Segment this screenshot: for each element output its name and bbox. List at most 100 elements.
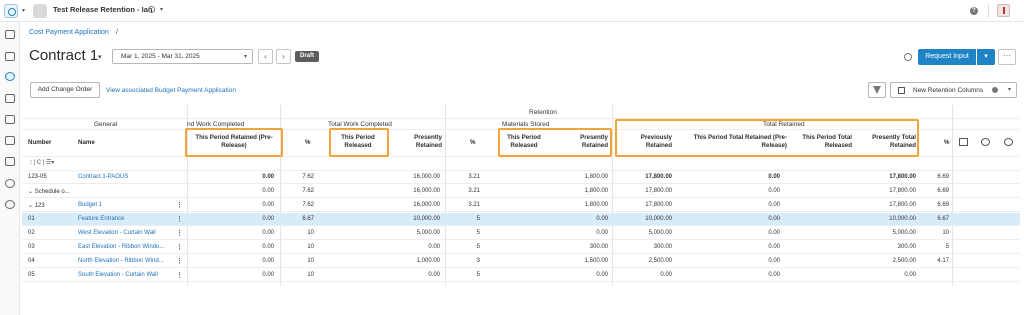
budget-icon[interactable] (5, 94, 15, 103)
cell-percent: 4.17 (937, 258, 949, 264)
cell-percent: 7.62 (302, 174, 314, 180)
cell-number: ⌄ 123 (28, 203, 45, 209)
cell-pre-release: 0.00 (262, 244, 274, 250)
row-filter-controls[interactable]: ⁝ | C | ☰▾ (30, 159, 54, 166)
column-header-percent[interactable]: % (470, 139, 476, 147)
table-row[interactable]: 02 West Elevation - Curtain Wall ⋮ 0.00 10 5,… (22, 227, 1020, 240)
cell-name-link[interactable]: East Elevation - Ribbon Windo... (78, 244, 164, 250)
cell-name-link[interactable]: West Elevation - Curtain Wall (78, 230, 156, 236)
cell-presently-retained: 16,000.00 (413, 174, 440, 180)
add-change-order-button[interactable]: Add Change Order (30, 82, 100, 98)
help-icon[interactable]: ? (970, 7, 978, 15)
next-period-button[interactable]: › (276, 49, 291, 64)
project-dropdown-icon[interactable]: ▾ (160, 6, 163, 13)
row-menu-icon[interactable]: ⋮ (176, 271, 183, 279)
row-menu-icon[interactable]: ⋮ (176, 243, 183, 251)
cell-number: ⌄ Schedule o... (28, 189, 70, 195)
vehicle-icon[interactable] (5, 115, 15, 124)
row-menu-icon[interactable]: ⋮ (176, 215, 183, 223)
cell-percent: 7.62 (302, 202, 314, 208)
cell-presently-retained: 0.00 (428, 244, 440, 250)
table-row[interactable]: ⌄ Schedule o... 0.00 7.62 16,000.00 3.21 1,80… (22, 185, 1020, 198)
cell-name-link[interactable]: North Elevation - Ribbon Wind... (78, 258, 164, 264)
request-input-dropdown-button[interactable]: ▾ (977, 49, 995, 65)
cell-previously-retained: 0.00 (660, 272, 672, 278)
comment-icon[interactable] (959, 138, 968, 146)
cell-number: 123-05 (28, 174, 47, 180)
home-icon[interactable] (5, 30, 15, 39)
column-header-presently-retained[interactable]: Presently Retained (392, 134, 442, 150)
cost-icon[interactable] (5, 72, 15, 81)
row-menu-icon[interactable]: ⋮ (176, 257, 183, 265)
check-circle-icon[interactable] (981, 138, 990, 146)
cell-previously-retained: 17,800.00 (645, 188, 672, 194)
page-title[interactable]: Contract 1 (29, 47, 98, 64)
chevron-down-icon: ▾ (1007, 87, 1011, 93)
materials-stored-group-header: Materials Stored (502, 121, 550, 128)
cell-pre-release: 0.00 (262, 230, 274, 236)
cell-name-link[interactable]: South Elevation - Curtain Wall (78, 272, 158, 278)
table-row[interactable]: 01 Feature Entrance ⋮ 0.00 6.67 10,000.00 5 0.0… (22, 213, 1020, 226)
cell-presently-total-retained: 17,800.00 (889, 202, 916, 208)
cell-pre-release: 0.00 (262, 216, 274, 222)
cell-name-link[interactable]: Contract 1-PAOUS (78, 174, 128, 180)
retention-grid: Retention General nd Work Completed Tota… (22, 105, 1020, 285)
settings-icon[interactable] (5, 200, 15, 209)
dashboard-icon[interactable] (5, 52, 15, 61)
columns-select[interactable]: New Retention Columns ▾ (890, 82, 1017, 98)
cell-previously-retained: 17,800.00 (645, 174, 672, 180)
more-options-button[interactable]: ··· (998, 49, 1016, 65)
date-range-select[interactable]: Mar 1, 2025 - Mar 31, 2025 ▾ (112, 49, 253, 64)
forms-icon[interactable] (5, 157, 15, 166)
highlight-box (498, 128, 612, 157)
column-header-number[interactable]: Number (28, 139, 51, 147)
cell-this-period-total-retained: 0.00 (768, 244, 780, 250)
project-title[interactable]: Test Release Retention - Ian (53, 5, 152, 14)
chevron-down-icon[interactable]: ▾ (98, 53, 102, 61)
cell-materials-presently-retained: 0.00 (596, 230, 608, 236)
table-row[interactable]: ⌄ 123 Budget 1 ⋮ 0.00 7.62 16,000.00 3.21 1,800… (22, 199, 1020, 212)
globe-icon (148, 6, 155, 13)
people-icon[interactable] (5, 179, 15, 188)
app-switcher-icon[interactable] (4, 4, 18, 18)
column-header-name[interactable]: Name (78, 139, 95, 147)
cell-number: 02 (28, 230, 35, 236)
cell-percent: 3.21 (468, 174, 480, 180)
columns-icon (898, 87, 905, 94)
cell-this-period-total-retained: 0.00 (768, 202, 780, 208)
filter-icon[interactable] (868, 82, 886, 98)
table-row[interactable]: 123-05 Contract 1-PAOUS 0.00 7.62 16,000.00 3… (22, 171, 1020, 184)
top-bar: ▾ Test Release Retention - Ian ▾ ? (0, 0, 1024, 22)
cell-previously-retained: 2,500.00 (648, 258, 672, 264)
chevron-down-icon: ▾ (243, 54, 247, 60)
breadcrumb[interactable]: Cost Payment Application (29, 29, 109, 36)
table-row[interactable]: 04 North Elevation - Ribbon Wind... ⋮ 0.00 1… (22, 255, 1020, 268)
row-menu-icon[interactable]: ⋮ (176, 201, 183, 209)
request-input-button[interactable]: Request Input (918, 49, 976, 65)
document-icon[interactable] (5, 136, 15, 145)
gear-icon[interactable] (1004, 138, 1013, 146)
cell-percent: 7.62 (302, 188, 314, 194)
view-budget-payment-link[interactable]: View associated Budget Payment Applicati… (106, 87, 236, 94)
previous-period-button[interactable]: ‹ (258, 49, 273, 64)
cell-name-link[interactable]: Budget 1 (78, 202, 102, 208)
column-header-percent[interactable]: % (944, 139, 950, 147)
table-row[interactable]: 03 East Elevation - Ribbon Windo... ⋮ 0.00 1… (22, 241, 1020, 254)
app-switcher-caret-icon[interactable]: ▾ (22, 7, 25, 14)
highlight-box (615, 119, 919, 157)
status-badge: Draft (295, 51, 320, 62)
info-icon[interactable] (992, 87, 998, 93)
clock-icon[interactable] (904, 53, 912, 61)
table-row[interactable]: 05 South Elevation - Curtain Wall ⋮ 0.00 10 0… (22, 269, 1020, 282)
cell-percent: 5 (945, 244, 949, 250)
column-header-percent[interactable]: % (305, 139, 311, 147)
cell-name-link[interactable]: Feature Entrance (78, 216, 124, 222)
cell-presently-retained: 5,000.00 (416, 230, 440, 236)
cell-presently-retained: 16,000.00 (413, 202, 440, 208)
highlight-box (329, 128, 389, 157)
cell-materials-presently-retained: 0.00 (596, 272, 608, 278)
avatar[interactable] (997, 4, 1010, 17)
row-menu-icon[interactable]: ⋮ (176, 229, 183, 237)
cell-number: 03 (28, 244, 35, 250)
cell-this-period-total-retained: 0.00 (768, 272, 780, 278)
